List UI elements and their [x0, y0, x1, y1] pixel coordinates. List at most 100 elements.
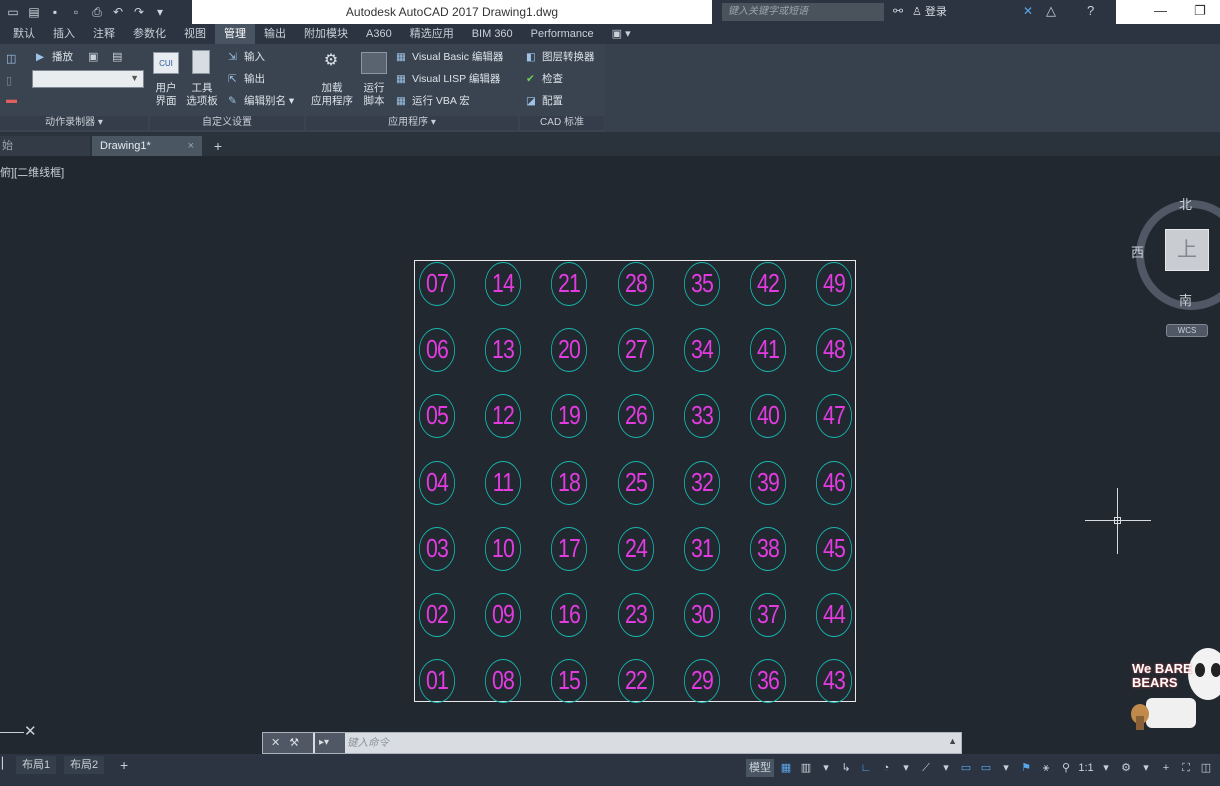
- numbered-circle[interactable]: 28: [617, 262, 654, 306]
- numbered-circle[interactable]: 06: [418, 328, 456, 373]
- compass-north[interactable]: 北: [1179, 194, 1192, 213]
- numbered-circle[interactable]: 41: [749, 328, 787, 373]
- dropdown-icon[interactable]: ▾: [998, 759, 1014, 777]
- ribbon-tab[interactable]: BIM 360: [463, 24, 522, 44]
- numbered-circle[interactable]: 02: [418, 593, 456, 637]
- model-tab-icon[interactable]: ▏: [2, 757, 10, 770]
- ribbon-tab[interactable]: 管理: [215, 24, 255, 44]
- run-vba-macro-button[interactable]: ▦ 运行 VBA 宏: [396, 94, 470, 108]
- compass-south[interactable]: 南: [1179, 290, 1192, 309]
- help-icon[interactable]: ?: [1087, 3, 1094, 18]
- numbered-circle[interactable]: 49: [816, 262, 853, 306]
- object-snap-icon[interactable]: ▭: [958, 759, 974, 777]
- ribbon-tab[interactable]: 默认: [4, 24, 44, 44]
- grid-icon[interactable]: ▦: [778, 759, 794, 777]
- command-input[interactable]: 键入命令: [345, 733, 959, 753]
- file-tab-start[interactable]: 始: [0, 136, 90, 156]
- model-space-button[interactable]: 模型: [746, 759, 774, 777]
- numbered-circle[interactable]: 09: [485, 593, 522, 637]
- numbered-circle[interactable]: 44: [816, 593, 853, 637]
- gear-icon[interactable]: ⚙: [1118, 759, 1134, 777]
- ribbon-tab[interactable]: 注释: [84, 24, 124, 44]
- new-file-icon[interactable]: ▭: [6, 5, 20, 19]
- numbered-circle[interactable]: 01: [418, 659, 456, 704]
- numbered-circle[interactable]: 33: [683, 394, 720, 439]
- close-icon[interactable]: ✕: [271, 737, 280, 749]
- numbered-circle[interactable]: 45: [816, 526, 853, 571]
- numbered-circle[interactable]: 38: [749, 526, 787, 571]
- visual-basic-editor-button[interactable]: ▦ Visual Basic 编辑器: [396, 50, 503, 64]
- numbered-circle[interactable]: 46: [816, 460, 853, 505]
- recent-commands-icon[interactable]: ▸▾: [315, 733, 345, 753]
- ribbon-tab[interactable]: A360: [357, 24, 401, 44]
- numbered-circle[interactable]: 37: [749, 593, 787, 637]
- run-script-icon[interactable]: [361, 52, 387, 74]
- object-snap-tracking-icon[interactable]: ▭: [978, 759, 994, 777]
- numbered-circle[interactable]: 42: [749, 262, 787, 306]
- numbered-circle[interactable]: 27: [617, 328, 654, 373]
- infer-constraints-icon[interactable]: ↳: [838, 759, 854, 777]
- close-tab-icon[interactable]: ×: [188, 136, 194, 156]
- numbered-circle[interactable]: 39: [749, 460, 787, 505]
- numbered-circle[interactable]: 25: [617, 460, 654, 505]
- panel-title-action-recorder[interactable]: 动作录制器 ▾: [0, 116, 148, 130]
- ribbon-tab[interactable]: 精选应用: [401, 24, 463, 44]
- exchange-icon[interactable]: ✕: [1023, 4, 1033, 18]
- ribbon-tab[interactable]: 参数化: [124, 24, 175, 44]
- ribbon-tab[interactable]: 输出: [255, 24, 295, 44]
- cui-icon[interactable]: CUI: [153, 52, 179, 74]
- dropdown-icon[interactable]: ▾: [818, 759, 834, 777]
- wcs-menu[interactable]: WCS: [1166, 324, 1208, 337]
- login-button[interactable]: ♙ 登录: [912, 4, 947, 20]
- viewcube-top-face[interactable]: 上: [1165, 229, 1209, 271]
- numbered-circle[interactable]: 29: [683, 659, 720, 704]
- drawing-canvas[interactable]: 俯][二维线框] 07 14 21 28 35 42 49 06 13 20 27 34 41 48 05 1…: [0, 156, 1220, 756]
- polar-tracking-icon[interactable]: ◔: [878, 759, 894, 777]
- numbered-circle[interactable]: 48: [816, 328, 853, 373]
- minimize-icon[interactable]: —: [1154, 3, 1167, 18]
- numbered-circle[interactable]: 13: [485, 328, 522, 373]
- viewport-controls-label[interactable]: 俯][二维线框]: [0, 164, 64, 180]
- edit-aliases-button[interactable]: ✎ 编辑别名 ▾: [228, 94, 294, 108]
- ribbon-tab[interactable]: 附加模块: [295, 24, 357, 44]
- numbered-circle[interactable]: 30: [683, 593, 720, 637]
- export-button[interactable]: ⇱ 输出: [228, 72, 265, 86]
- ribbon-tab[interactable]: Performance: [522, 24, 603, 44]
- numbered-circle[interactable]: 31: [683, 526, 720, 571]
- isodraft-icon[interactable]: ⟋: [918, 759, 934, 777]
- numbered-circle[interactable]: 40: [749, 394, 787, 439]
- add-layout-button[interactable]: +: [114, 756, 134, 774]
- hardware-acceleration-icon[interactable]: ◫: [1198, 759, 1214, 777]
- snap-icon[interactable]: ▥: [798, 759, 814, 777]
- ribbon-tab[interactable]: 视图: [175, 24, 215, 44]
- record-icon[interactable]: ◫: [6, 52, 16, 65]
- dropdown-icon[interactable]: ▾: [1138, 759, 1154, 777]
- numbered-circle[interactable]: 03: [418, 526, 456, 571]
- numbered-circle[interactable]: 22: [617, 659, 654, 704]
- dropdown-icon[interactable]: ▾: [1098, 759, 1114, 777]
- load-app-icon[interactable]: ⚙: [318, 50, 344, 72]
- marker-icon[interactable]: ▬: [6, 94, 17, 106]
- numbered-circle[interactable]: 07: [418, 262, 456, 306]
- open-file-icon[interactable]: ▤: [27, 5, 41, 19]
- macro-select[interactable]: ▼: [32, 70, 144, 88]
- annotation-visibility-icon[interactable]: ⚑: [1018, 759, 1034, 777]
- ortho-icon[interactable]: ∟: [858, 759, 874, 777]
- check-standards-button[interactable]: ✔ 检查: [526, 72, 563, 86]
- numbered-circle[interactable]: 05: [418, 394, 456, 439]
- tool-palettes-button[interactable]: 工具 选项板: [184, 82, 220, 108]
- undo-icon[interactable]: ↶: [111, 5, 125, 19]
- wrench-icon[interactable]: ⚒: [289, 737, 299, 749]
- plus-icon[interactable]: +: [1158, 759, 1174, 777]
- numbered-circle[interactable]: 14: [485, 262, 522, 306]
- numbered-circle[interactable]: 43: [816, 659, 853, 704]
- numbered-circle[interactable]: 26: [617, 394, 654, 439]
- qat-dropdown-icon[interactable]: ▾: [153, 5, 167, 19]
- ribbon-tab[interactable]: 插入: [44, 24, 84, 44]
- workspace-toggle-icon[interactable]: ▣ ▾: [603, 24, 640, 44]
- binoculars-icon[interactable]: ⚯: [893, 4, 903, 18]
- dropdown-icon[interactable]: ▾: [938, 759, 954, 777]
- dropdown-icon[interactable]: ▾: [898, 759, 914, 777]
- save-icon[interactable]: ▪: [48, 5, 62, 19]
- compass-west[interactable]: 西: [1131, 242, 1144, 261]
